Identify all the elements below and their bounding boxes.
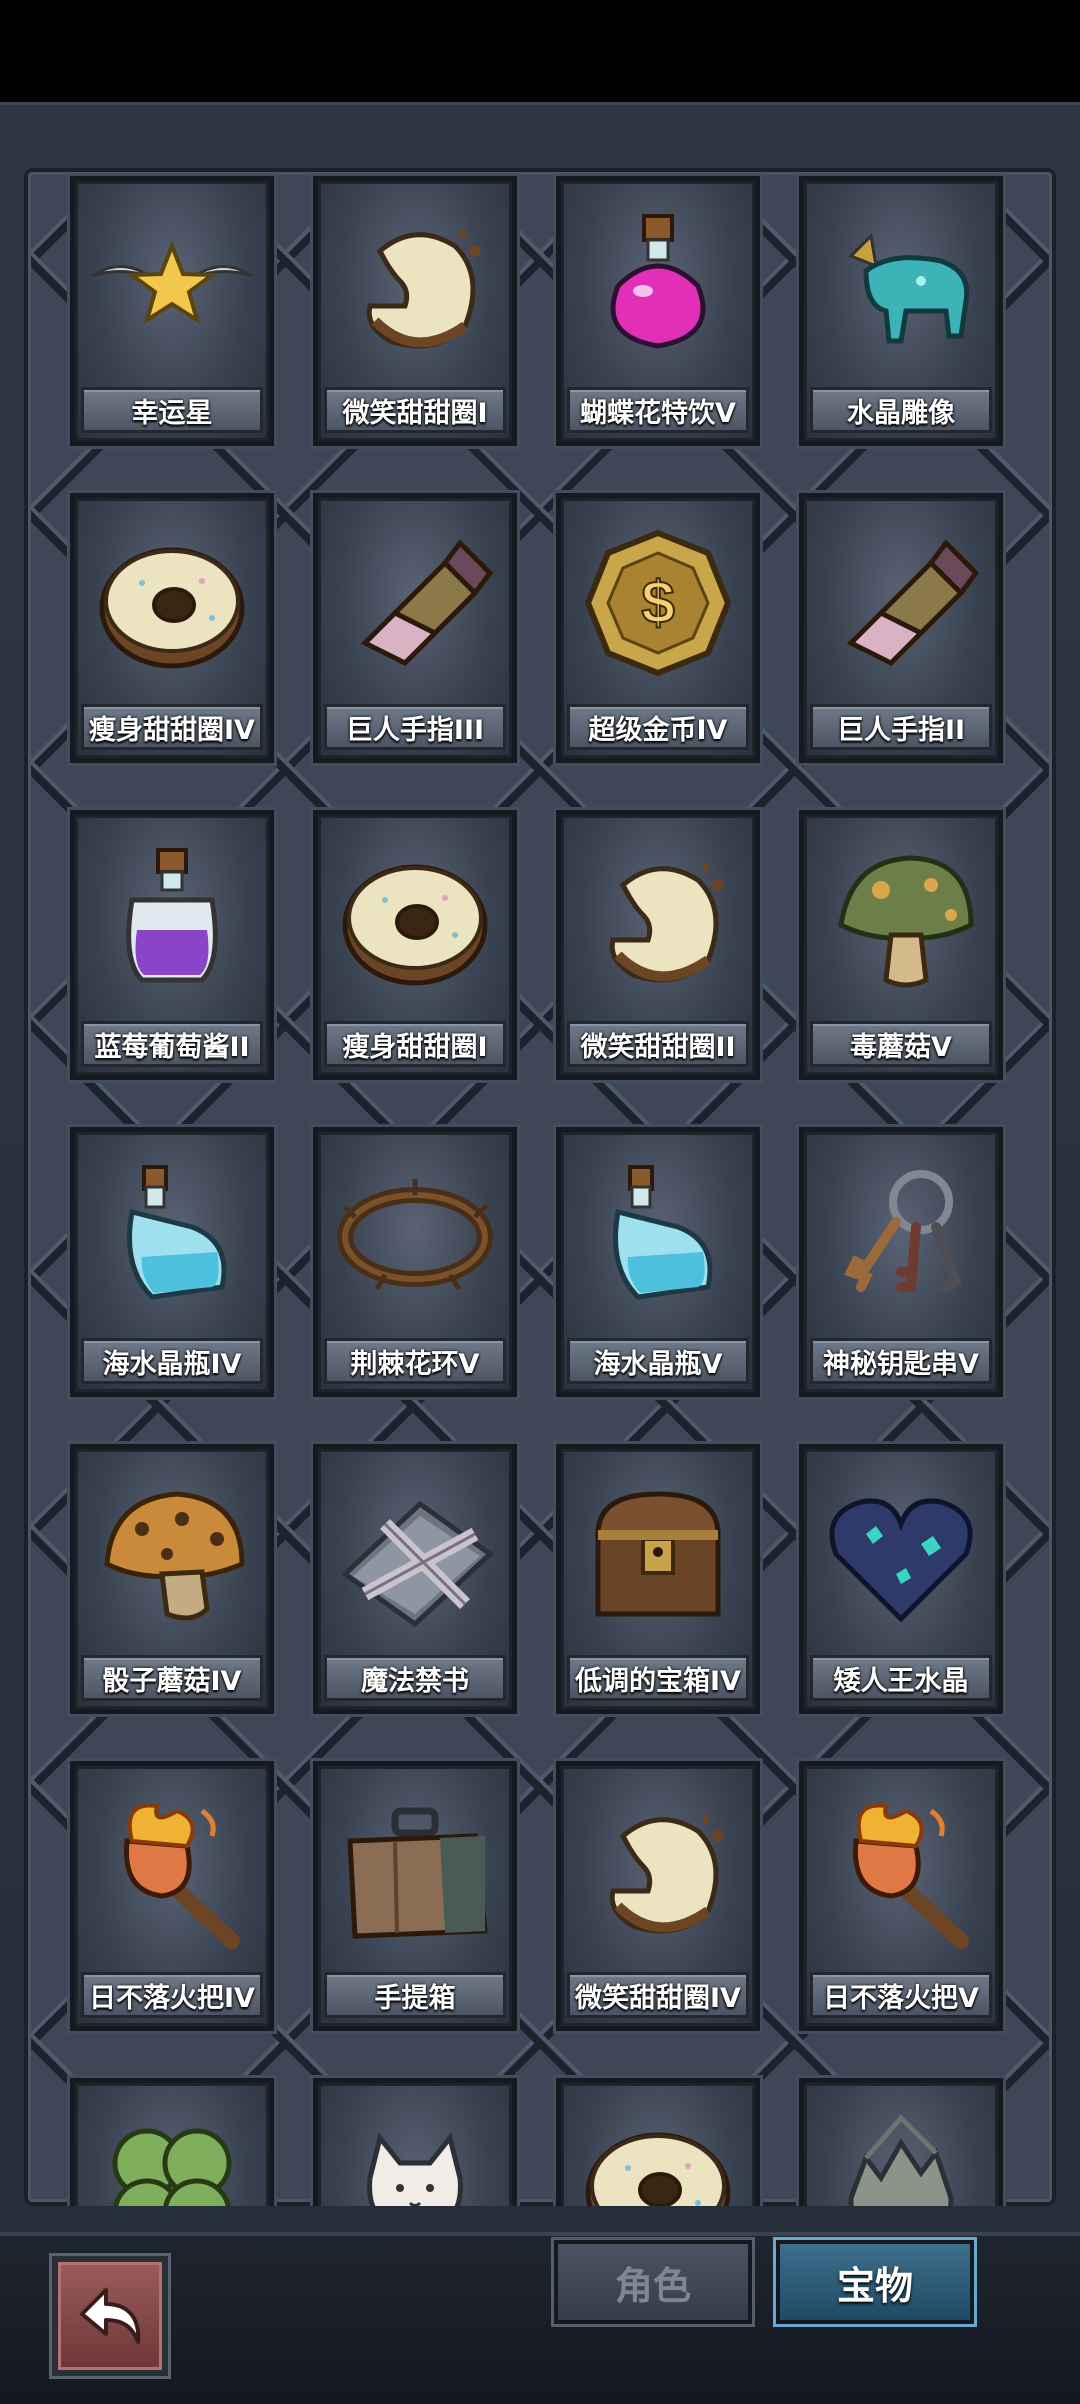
- treasure-label: 巨人手指II: [810, 704, 992, 750]
- treasure-card[interactable]: [313, 2078, 517, 2206]
- svg-text:$: $: [641, 569, 674, 636]
- donut-icon: [75, 508, 269, 698]
- treasure-card[interactable]: 水晶雕像: [799, 176, 1003, 446]
- treasure-label: 超级金币IV: [567, 704, 749, 750]
- treasure-card[interactable]: 蓝莓葡萄酱II: [70, 810, 274, 1080]
- dice-mushroom-icon: [75, 1459, 269, 1649]
- treasure-card[interactable]: [556, 2078, 760, 2206]
- lucky-cat-icon: [318, 2093, 512, 2206]
- treasure-card[interactable]: 日不落火把IV: [70, 1761, 274, 2031]
- treasure-card[interactable]: $ 超级金币IV: [556, 493, 760, 763]
- treasure-label: 蓝莓葡萄酱II: [81, 1021, 263, 1067]
- tab-treasure[interactable]: 宝物: [776, 2240, 974, 2324]
- treasure-label: 蝴蝶花特饮V: [567, 387, 749, 433]
- treasure-label: 微笑甜甜圈II: [567, 1021, 749, 1067]
- lucky-star-icon: [75, 191, 269, 381]
- treasure-label: 微笑甜甜圈IV: [567, 1972, 749, 2018]
- tab-role[interactable]: 角色: [554, 2240, 752, 2324]
- treasure-card[interactable]: 海水晶瓶IV: [70, 1127, 274, 1397]
- treasure-card[interactable]: 海水晶瓶V: [556, 1127, 760, 1397]
- treasure-label: 海水晶瓶IV: [81, 1338, 263, 1384]
- treasure-label: 水晶雕像: [810, 387, 992, 433]
- dwarf-crystal-heart-icon: [804, 1459, 998, 1649]
- gold-coin-icon: $: [561, 508, 755, 698]
- forbidden-book-icon: [318, 1459, 512, 1649]
- treasure-label: 日不落火把IV: [81, 1972, 263, 2018]
- bitten-donut-icon: [561, 825, 755, 1015]
- treasure-card[interactable]: 微笑甜甜圈I: [313, 176, 517, 446]
- cracked-egg-icon: [804, 2093, 998, 2206]
- treasure-label: 荆棘花环V: [324, 1338, 506, 1384]
- donut-icon: [561, 2093, 755, 2206]
- treasure-label: 瘦身甜甜圈I: [324, 1021, 506, 1067]
- treasure-card[interactable]: 巨人手指II: [799, 493, 1003, 763]
- treasure-card[interactable]: 骰子蘑菇IV: [70, 1444, 274, 1714]
- treasure-card[interactable]: 荆棘花环V: [313, 1127, 517, 1397]
- treasure-label: 手提箱: [324, 1972, 506, 2018]
- torch-icon: [75, 1776, 269, 1966]
- purple-potion-icon: [75, 825, 269, 1015]
- treasure-label: 骰子蘑菇IV: [81, 1655, 263, 1701]
- treasure-label: 毒蘑菇V: [810, 1021, 992, 1067]
- four-leaf-clover-icon: [75, 2093, 269, 2206]
- treasure-label: 魔法禁书: [324, 1655, 506, 1701]
- treasure-card[interactable]: 蝴蝶花特饮V: [556, 176, 760, 446]
- torch-icon: [804, 1776, 998, 1966]
- treasure-card[interactable]: 手提箱: [313, 1761, 517, 2031]
- back-arrow-icon: [80, 2288, 141, 2344]
- treasure-card[interactable]: 毒蘑菇V: [799, 810, 1003, 1080]
- treasure-card[interactable]: 日不落火把V: [799, 1761, 1003, 2031]
- treasure-card[interactable]: 瘦身甜甜圈IV: [70, 493, 274, 763]
- bitten-donut-icon: [561, 1776, 755, 1966]
- poison-mushroom-icon: [804, 825, 998, 1015]
- treasure-card[interactable]: 微笑甜甜圈IV: [556, 1761, 760, 2031]
- giant-finger-icon: [318, 508, 512, 698]
- giant-finger-icon: [804, 508, 998, 698]
- treasure-card[interactable]: [70, 2078, 274, 2206]
- treasure-card[interactable]: 幸运星: [70, 176, 274, 446]
- treasure-label: 神秘钥匙串V: [810, 1338, 992, 1384]
- treasure-card[interactable]: 神秘钥匙串V: [799, 1127, 1003, 1397]
- treasure-label: 矮人王水晶: [810, 1655, 992, 1701]
- treasure-grid: 幸运星 微笑甜甜圈I 蝴蝶花特饮V 水晶雕像瘦身甜甜圈IV 巨人手指III $ 超级金币IV…: [24, 168, 1056, 2206]
- treasure-card[interactable]: 瘦身甜甜圈I: [313, 810, 517, 1080]
- status-bar: [0, 0, 1080, 102]
- treasure-card[interactable]: 低调的宝箱IV: [556, 1444, 760, 1714]
- treasure-card[interactable]: 微笑甜甜圈II: [556, 810, 760, 1080]
- back-button[interactable]: [52, 2256, 168, 2376]
- treasure-card[interactable]: 魔法禁书: [313, 1444, 517, 1714]
- key-ring-icon: [804, 1142, 998, 1332]
- pink-potion-icon: [561, 191, 755, 381]
- blue-bottle-icon: [561, 1142, 755, 1332]
- treasure-chest-icon: [561, 1459, 755, 1649]
- treasure-label: 微笑甜甜圈I: [324, 387, 506, 433]
- treasure-label: 日不落火把V: [810, 1972, 992, 2018]
- treasure-card[interactable]: 矮人王水晶: [799, 1444, 1003, 1714]
- bitten-donut-icon: [318, 191, 512, 381]
- thorn-wreath-icon: [318, 1142, 512, 1332]
- treasure-label: 海水晶瓶V: [567, 1338, 749, 1384]
- treasure-label: 低调的宝箱IV: [567, 1655, 749, 1701]
- treasure-label: 巨人手指III: [324, 704, 506, 750]
- treasure-label: 幸运星: [81, 387, 263, 433]
- treasure-card[interactable]: 巨人手指III: [313, 493, 517, 763]
- suitcase-icon: [318, 1776, 512, 1966]
- treasure-label: 瘦身甜甜圈IV: [81, 704, 263, 750]
- treasure-card[interactable]: [799, 2078, 1003, 2206]
- blue-bottle-icon: [75, 1142, 269, 1332]
- donut-icon: [318, 825, 512, 1015]
- crystal-bull-statue-icon: [804, 191, 998, 381]
